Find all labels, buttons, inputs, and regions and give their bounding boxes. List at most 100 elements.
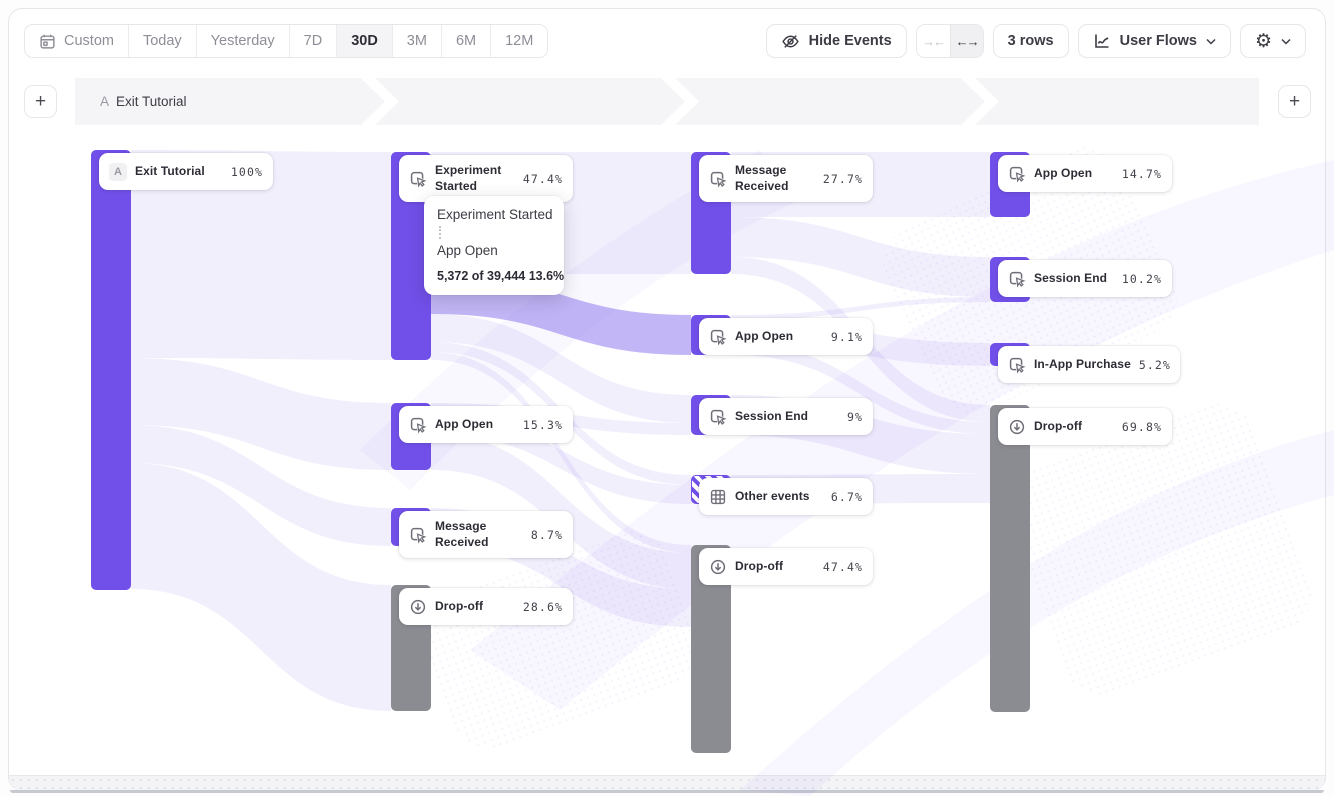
node-percentage: 10.2% [1122, 272, 1162, 286]
dropoff-icon [709, 558, 727, 576]
node-percentage: 5.2% [1139, 358, 1171, 372]
event-icon [409, 526, 427, 544]
hide-events-button[interactable]: Hide Events [766, 24, 907, 58]
node-percentage: 69.8% [1122, 420, 1162, 434]
node-card-drop-off-3[interactable]: Drop-off 47.4% [699, 548, 873, 585]
toolbar: Custom Today Yesterday 7D 30D 3M 6M 12M Hide Ev… [24, 24, 1306, 58]
date-range-yesterday[interactable]: Yesterday [196, 25, 289, 57]
sankey-bar-exit-tutorial[interactable] [91, 150, 131, 590]
node-percentage: 28.6% [523, 600, 563, 614]
node-card-message-received-3[interactable]: Message Received27.7% [699, 155, 873, 202]
date-range-12m[interactable]: 12M [490, 25, 547, 57]
node-label: Session End [735, 409, 808, 425]
node-label: Experiment Started [435, 163, 515, 194]
node-percentage: 47.4% [523, 172, 563, 186]
chevron-down-icon [1281, 38, 1291, 45]
view-type-dropdown[interactable]: User Flows [1078, 24, 1231, 58]
chart-icon [1093, 32, 1111, 50]
collapse-columns-button[interactable]: →← [917, 25, 950, 57]
flow-ribbon[interactable] [731, 217, 990, 297]
add-step-after-button[interactable]: + [1278, 85, 1311, 118]
step-a-badge: A [109, 163, 127, 181]
node-percentage: 8.7% [531, 528, 563, 542]
expand-icon: ←→ [956, 34, 978, 49]
rows-label: 3 rows [1008, 33, 1054, 49]
step-chevron [365, 78, 392, 125]
step-chevron [665, 78, 692, 125]
step-chevron [965, 78, 992, 125]
node-label: App Open [735, 329, 793, 345]
tooltip-from-event: Experiment Started [437, 207, 551, 222]
date-range-label: 30D [351, 33, 378, 49]
node-percentage: 100% [231, 165, 263, 179]
node-label: App Open [435, 417, 493, 433]
node-card-other-events-3[interactable]: Other events 6.7% [699, 478, 873, 515]
step-badge: A [100, 94, 109, 109]
tooltip-connector [439, 226, 441, 239]
node-card-app-open-2[interactable]: App Open 15.3% [399, 406, 573, 443]
event-icon [409, 416, 427, 434]
dropoff-icon [1008, 418, 1026, 436]
node-card-app-open-3[interactable]: App Open9.1% [699, 318, 873, 355]
calendar-icon [39, 33, 56, 50]
node-percentage: 27.7% [823, 172, 863, 186]
node-label: Drop-off [735, 559, 783, 575]
date-range-custom[interactable]: Custom [25, 25, 128, 57]
view-type-label: User Flows [1120, 33, 1197, 49]
node-percentage: 9% [847, 410, 863, 424]
node-percentage: 6.7% [831, 490, 863, 504]
rows-button[interactable]: 3 rows [993, 24, 1069, 58]
date-range-label: 6M [456, 33, 476, 49]
date-range-label: 3M [407, 33, 427, 49]
settings-dropdown[interactable]: ⚙ [1240, 24, 1306, 58]
grid-icon [709, 488, 727, 506]
node-label: Exit Tutorial [135, 164, 205, 180]
flow-ribbon[interactable] [731, 297, 990, 320]
date-range-label: Today [143, 33, 182, 49]
node-card-session-end-3[interactable]: Session End 9% [699, 398, 873, 435]
node-label: Other events [735, 489, 810, 505]
collapse-expand-toggle: →← ←→ [916, 24, 984, 58]
node-percentage: 15.3% [523, 418, 563, 432]
node-card-app-open-4[interactable]: App Open 14.7% [998, 155, 1172, 192]
sankey-bar-drop-off-4[interactable] [990, 405, 1030, 712]
expand-columns-button[interactable]: ←→ [950, 25, 983, 57]
event-icon [709, 408, 727, 426]
date-range-label: Yesterday [211, 33, 275, 49]
node-card-message-received-2[interactable]: Message Received 8.7% [399, 511, 573, 558]
node-card-session-end-4[interactable]: Session End 10.2% [998, 260, 1172, 297]
event-icon [1008, 165, 1026, 183]
node-card-drop-off-2[interactable]: Drop-off28.6% [399, 588, 573, 625]
eye-off-icon [781, 32, 800, 51]
date-range-6m[interactable]: 6M [441, 25, 490, 57]
node-label: Message Received [435, 519, 523, 550]
node-card-exit-tutorial[interactable]: A Exit Tutorial 100% [99, 153, 273, 190]
event-icon [709, 328, 727, 346]
add-step-before-button[interactable]: + [24, 85, 57, 118]
node-label: In-App Purchase [1034, 357, 1131, 373]
node-percentage: 47.4% [823, 560, 863, 574]
date-range-3m[interactable]: 3M [392, 25, 441, 57]
node-card-drop-off-4[interactable]: Drop-off69.8% [998, 408, 1172, 445]
plus-icon: + [1289, 91, 1300, 113]
event-icon [1008, 356, 1026, 374]
date-range-today[interactable]: Today [128, 25, 196, 57]
gear-icon: ⚙ [1255, 32, 1272, 51]
date-range-selector: Custom Today Yesterday 7D 30D 3M 6M 12M [24, 24, 548, 58]
hide-events-label: Hide Events [809, 33, 892, 49]
chevron-down-icon [1206, 38, 1216, 45]
node-percentage: 14.7% [1122, 167, 1162, 181]
node-label: Session End [1034, 271, 1107, 287]
date-range-label: 12M [505, 33, 533, 49]
date-range-30d[interactable]: 30D [336, 25, 392, 57]
step-title: Exit Tutorial [116, 94, 187, 109]
flow-tooltip: Experiment Started App Open 5,372 of 39,… [424, 196, 564, 295]
date-range-7d[interactable]: 7D [289, 25, 337, 57]
node-label: App Open [1034, 166, 1092, 182]
tooltip-to-event: App Open [437, 243, 551, 258]
plus-icon: + [35, 91, 46, 113]
node-card-in-app-purchase-4[interactable]: In-App Purchase 5.2% [998, 346, 1180, 383]
steps-band[interactable]: A Exit Tutorial [75, 78, 1259, 125]
event-icon [1008, 270, 1026, 288]
collapse-icon: →← [922, 34, 944, 49]
